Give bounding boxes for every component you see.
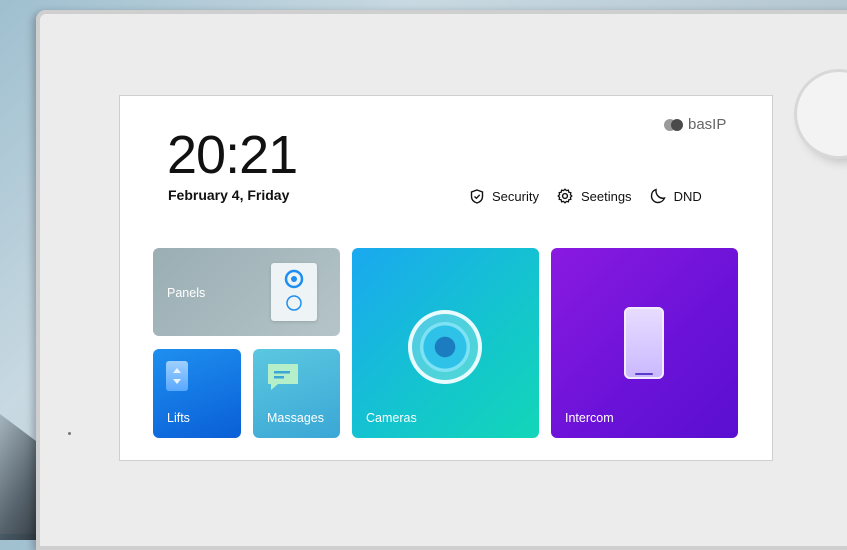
tile-lifts[interactable]: Lifts	[153, 349, 241, 438]
message-bubble-icon	[266, 362, 300, 392]
touch-screen: 20:21 February 4, Friday basIP Security …	[119, 95, 773, 461]
dnd-label: DND	[673, 188, 702, 204]
tile-cameras[interactable]: Cameras	[352, 248, 539, 438]
clock-time: 20:21	[167, 125, 298, 185]
security-button[interactable]: Security	[470, 189, 539, 204]
tile-massages[interactable]: Massages	[253, 349, 340, 438]
tile-cameras-label: Cameras	[366, 411, 417, 425]
doorbell-icon	[271, 263, 317, 321]
camera-lens-icon	[408, 310, 482, 384]
device-sensor-dot	[68, 432, 71, 435]
tile-intercom[interactable]: Intercom	[551, 248, 738, 438]
gear-icon	[557, 188, 573, 204]
shield-check-icon	[470, 188, 484, 204]
dnd-button[interactable]: DND	[650, 188, 702, 204]
settings-button[interactable]: Seetings	[557, 188, 632, 204]
brand-logo: basIP	[664, 116, 726, 133]
security-label: Security	[492, 188, 539, 204]
logo-mark-icon	[664, 118, 684, 131]
phone-handset-icon	[624, 307, 664, 379]
clock-date: February 4, Friday	[168, 187, 290, 203]
moon-icon	[650, 188, 666, 204]
tile-intercom-label: Intercom	[565, 411, 614, 425]
top-toolbar: Security Seetings DND	[470, 188, 702, 204]
tile-panels-label: Panels	[167, 286, 206, 300]
settings-label: Seetings	[580, 188, 632, 204]
logo-text: basIP	[688, 116, 727, 133]
tile-panels[interactable]: Panels	[153, 248, 340, 336]
tile-massages-label: Massages	[267, 411, 324, 425]
tile-lifts-label: Lifts	[167, 411, 190, 425]
elevator-arrows-icon	[166, 361, 188, 391]
